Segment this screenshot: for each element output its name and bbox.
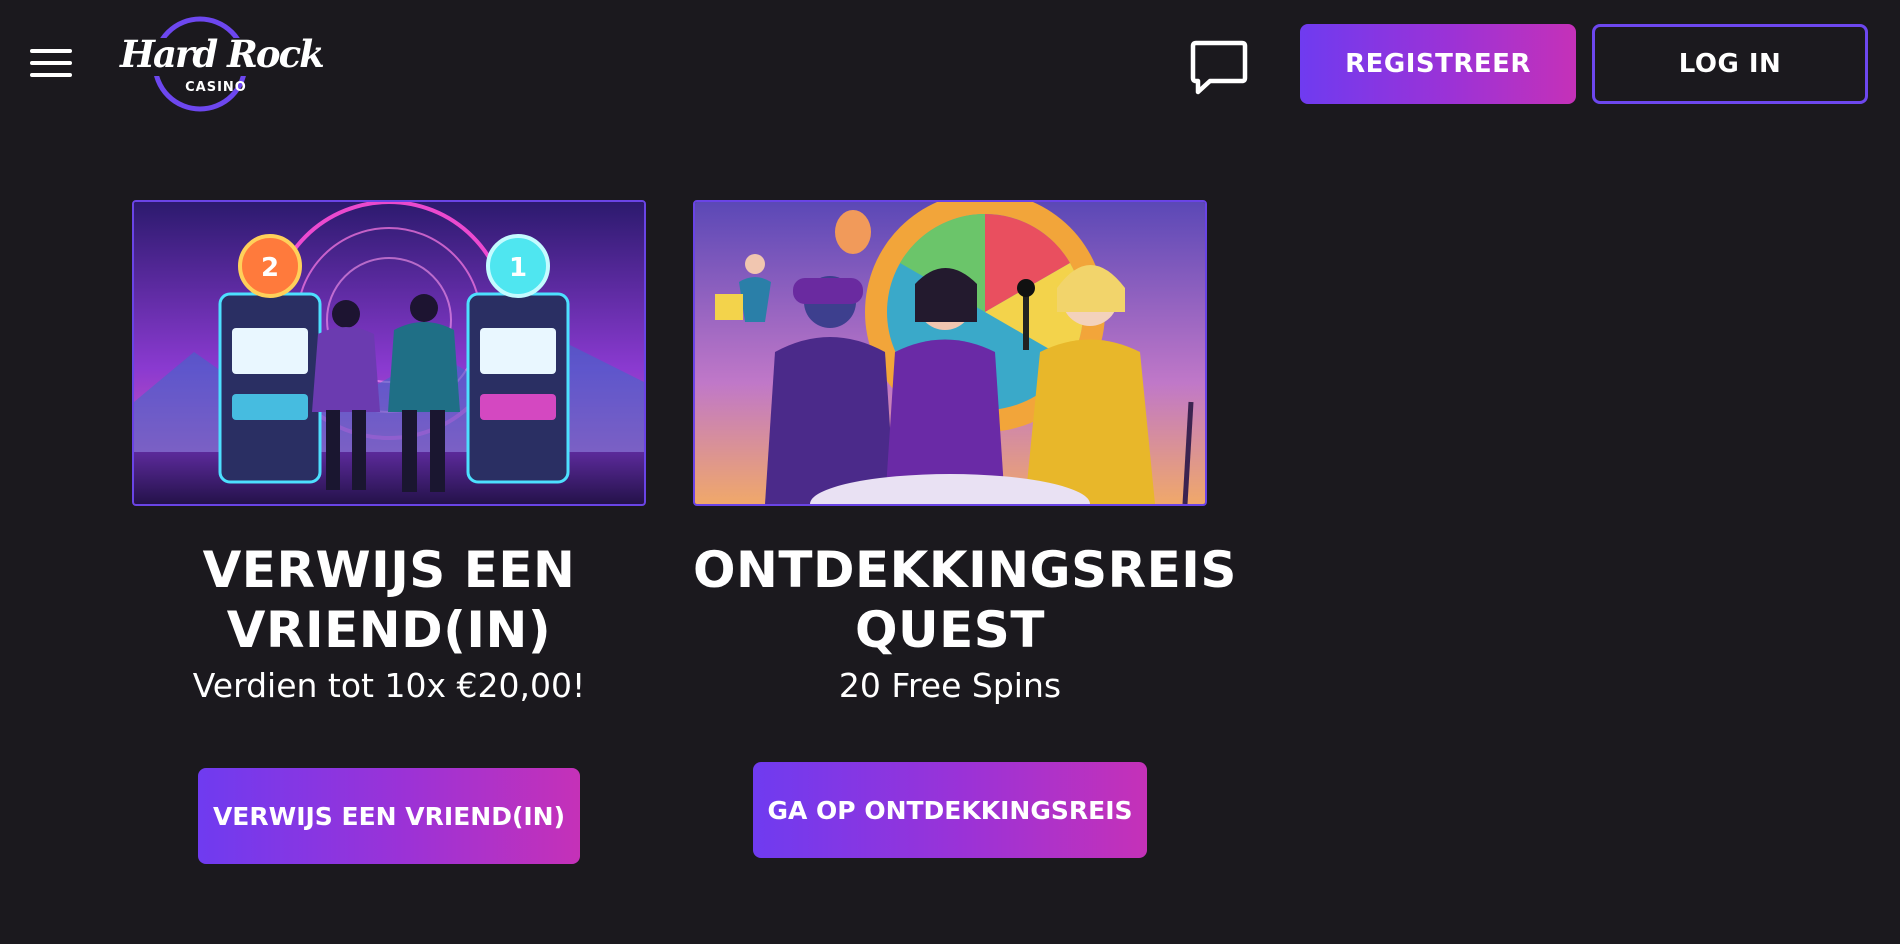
promo-card-discovery-quest: ONTDEKKINGSREIS QUEST 20 Free Spins GA O…: [693, 200, 1237, 858]
svg-text:1: 1: [509, 253, 527, 283]
logo-subtitle: CASINO: [185, 80, 247, 95]
svg-text:2: 2: [261, 253, 279, 283]
promo-image-discovery-quest[interactable]: [693, 200, 1207, 506]
promo-title: VERWIJS EEN VRIEND(IN): [202, 541, 576, 659]
refer-friend-button[interactable]: VERWIJS EEN VRIEND(IN): [198, 768, 580, 864]
register-button[interactable]: REGISTREER: [1300, 24, 1576, 104]
promo-subtitle: 20 Free Spins: [838, 666, 1062, 705]
logo-wordmark: Hard Rock: [120, 32, 325, 76]
site-header: Hard Rock CASINO REGISTREER LOG IN: [0, 0, 1900, 130]
promo-image-refer-friend[interactable]: 2 1: [132, 200, 646, 506]
promo-card-refer-friend: 2 1 VERWIJS EEN VRIEND(IN) Verdien tot 1…: [132, 200, 646, 864]
hard-rock-casino-logo[interactable]: Hard Rock CASINO: [116, 14, 325, 114]
login-button[interactable]: LOG IN: [1592, 24, 1868, 104]
promo-subtitle: Verdien tot 10x €20,00!: [192, 666, 586, 705]
discovery-quest-button[interactable]: GA OP ONTDEKKINGSREIS: [753, 762, 1147, 858]
hamburger-menu-icon[interactable]: [30, 47, 72, 79]
promo-title: ONTDEKKINGSREIS QUEST: [693, 541, 1237, 659]
chat-bubble-icon[interactable]: [1190, 38, 1248, 96]
